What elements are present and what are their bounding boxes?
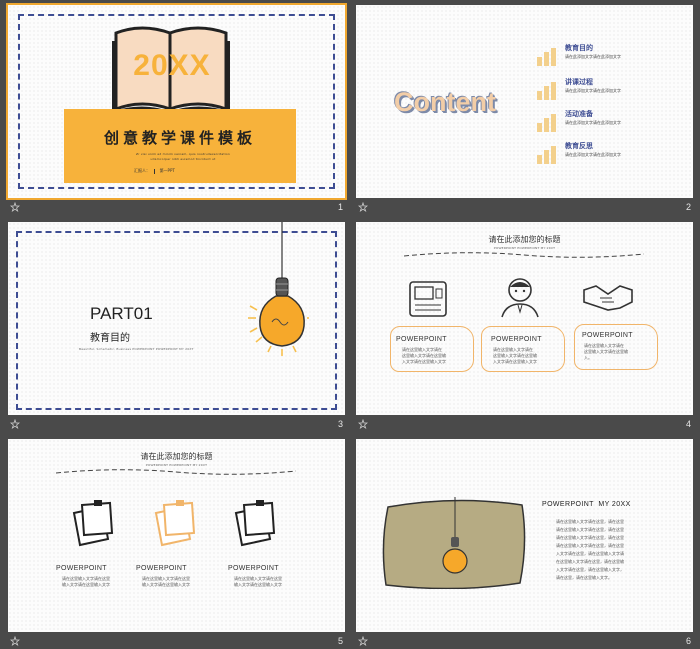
slide-number: 3	[337, 419, 343, 429]
agenda-item-title: 教育目的	[565, 44, 593, 52]
slide-thumbnail-1[interactable]: 20XX 创意教学课件模板 Zr visi unim ad minim veni…	[6, 3, 347, 215]
bar-chart-icon	[537, 146, 556, 164]
star-icon	[358, 636, 368, 646]
slide-thumbnail-4[interactable]: 请在此添加您的标题 POWERPOINT POWERPOINT MY 20XT …	[356, 222, 693, 432]
lightbulb-icon	[248, 222, 309, 356]
slide-number: 5	[337, 636, 343, 646]
agenda-item-title: 活动准备	[565, 110, 593, 118]
part-title: 教育目的	[90, 333, 130, 344]
column-label: POWERPOINT	[228, 565, 279, 572]
part-number: PART01	[90, 304, 153, 323]
part-subtitle: Beautiful, Schematic, Business POWERPOIN…	[79, 347, 194, 351]
slide-title: POWERPOINT MY 20XX	[542, 501, 631, 508]
column-label: POWERPOINT	[136, 565, 187, 572]
businessman-icon	[501, 278, 539, 318]
slide-thumbnail-3[interactable]: PART01 教育目的 Beautiful, Schematic, Busine…	[8, 222, 345, 432]
slide-number: 4	[685, 419, 691, 429]
bar-chart-icon	[537, 48, 556, 66]
card-label: POWERPOINT	[491, 336, 542, 343]
card-label: POWERPOINT	[582, 332, 633, 339]
sticky-notes-icon	[234, 500, 276, 547]
slide-heading: 请在此添加您的标题	[140, 452, 213, 461]
star-icon	[10, 202, 20, 212]
handshake-icon	[583, 285, 633, 311]
atm-machine-icon	[409, 281, 447, 317]
slide-thumbnail-5[interactable]: 请在此添加您的标题 POWERPOINT POWERPOINT MY 20XT …	[8, 439, 345, 649]
agenda-item-desc: 请在此添加文字请在此添加文字	[565, 120, 621, 125]
column-text-line: 输入文字请在这里输入文字	[234, 582, 282, 587]
agenda-item-desc: 请在此添加文字请在此添加文字	[565, 54, 621, 59]
slide-canvas-4: 请在此添加您的标题 POWERPOINT POWERPOINT MY 20XT …	[356, 222, 693, 415]
body-line: 请在这里输入文字请在这里，请在这里	[556, 535, 624, 540]
slide-heading: 请在此添加您的标题	[488, 235, 561, 244]
slide-thumbnail-6[interactable]: POWERPOINT MY 20XX 请在这里输入文字请在这里，请在这里 请在这…	[356, 439, 693, 649]
body-line: 请在这里，请在这里输入文字。	[556, 575, 612, 580]
slide-title: 创意教学课件模板	[103, 129, 256, 147]
sticky-notes-icon	[72, 500, 114, 547]
card-text-line: 入文字请在这里输入文字	[402, 359, 446, 364]
agenda-item-4[interactable]: 教育反思 请在此添加文字请在此添加文字	[536, 141, 686, 171]
presenter-row: 汇报人： 第一PPT	[134, 168, 175, 174]
star-icon	[358, 419, 368, 429]
card-label: POWERPOINT	[396, 336, 447, 343]
agenda-item-title: 讲课过程	[565, 78, 593, 86]
agenda-item-3[interactable]: 活动准备 请在此添加文字请在此添加文字	[536, 109, 686, 139]
presenter-divider	[154, 168, 156, 174]
slide-number: 1	[337, 202, 343, 212]
star-icon	[10, 419, 20, 429]
subtitle-line-1: Zr visi unim ad minim veniam, quis nostr…	[135, 152, 230, 156]
card-text-line: 入。	[584, 355, 592, 360]
slide-canvas-5: 请在此添加您的标题 POWERPOINT POWERPOINT MY 20XT …	[8, 439, 345, 632]
body-line: 在这里输入文字请在这里，请在这里输	[556, 559, 624, 564]
body-line: 请在这里输入文字请在这里，请在这里	[556, 527, 624, 532]
dashed-divider	[56, 469, 296, 475]
agenda-item-title: 教育反思	[565, 142, 593, 150]
agenda-item-desc: 请在此添加文字请在此添加文字	[565, 88, 621, 93]
slide-thumbnail-2[interactable]: Content 教育目的 请在此添加文字请在此添加文字 讲课过程 请在此添加文字…	[356, 5, 693, 215]
content-heading: Content	[394, 87, 496, 117]
body-line: 请在这里输入文字请在这里，请在这里	[556, 519, 624, 524]
card-text-line: 入文字请在这里输入文字	[493, 359, 537, 364]
bar-chart-icon	[537, 82, 556, 100]
slide-canvas-3: PART01 教育目的 Beautiful, Schematic, Busine…	[8, 222, 345, 415]
sticky-notes-icon	[154, 500, 196, 547]
bar-chart-icon	[537, 114, 556, 132]
agenda-item-desc: 请在此添加文字请在此添加文字	[565, 152, 621, 157]
presenter-label: 汇报人：	[134, 168, 150, 173]
column-label: POWERPOINT	[56, 565, 107, 572]
body-line: 入文字请在这里，请在这里输入文字，	[556, 567, 624, 572]
star-icon	[10, 636, 20, 646]
presenter-name: 第一PPT	[159, 168, 175, 173]
slide-canvas-6: POWERPOINT MY 20XX 请在这里输入文字请在这里，请在这里 请在这…	[356, 439, 693, 632]
body-line: 入文字请在这里，请在这里输入文字请	[556, 551, 624, 556]
slide-canvas-1: 20XX 创意教学课件模板 Zr visi unim ad minim veni…	[6, 3, 347, 200]
subtitle-line-2: ullamcorper nibh euismod tincidunt ut	[150, 157, 216, 161]
column-text-line: 输入文字请在这里输入文字	[142, 582, 190, 587]
book-year: 20XX	[133, 49, 211, 82]
body-line: 请在这里输入文字请在这里，请在这里	[556, 543, 624, 548]
column-text-line: 输入文字请在这里输入文字	[62, 582, 110, 587]
star-icon	[358, 202, 368, 212]
agenda-item-1[interactable]: 教育目的 请在此添加文字请在此添加文字	[536, 43, 686, 73]
slide-number: 2	[685, 202, 691, 212]
agenda-item-2[interactable]: 讲课过程 请在此添加文字请在此添加文字	[536, 77, 686, 107]
slide-number: 6	[685, 636, 691, 646]
dashed-divider	[404, 252, 644, 258]
lightbulb-icon	[442, 497, 468, 574]
slide-canvas-2: Content 教育目的 请在此添加文字请在此添加文字 讲课过程 请在此添加文字…	[356, 5, 693, 198]
